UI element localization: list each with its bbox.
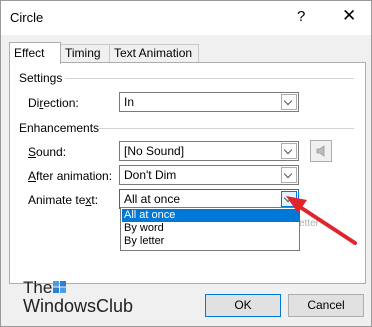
direction-label: Direction:: [28, 96, 79, 110]
windows-logo-icon: [53, 281, 66, 293]
watermark-logo: The WindowsClub: [23, 278, 134, 316]
sound-value: [No Sound]: [124, 144, 185, 158]
after-animation-select[interactable]: Don't Dim: [119, 165, 299, 185]
partially-hidden-text: etter: [299, 218, 320, 229]
tab-effect[interactable]: Effect: [9, 42, 61, 64]
chevron-down-icon[interactable]: [281, 143, 297, 159]
option-all-at-once[interactable]: All at once: [122, 209, 300, 222]
enhancements-heading: Enhancements: [19, 121, 100, 135]
direction-value: In: [124, 95, 135, 109]
chevron-down-icon[interactable]: [281, 94, 297, 110]
option-by-word[interactable]: By word: [122, 222, 300, 235]
after-animation-value: Don't Dim: [124, 168, 177, 182]
direction-select[interactable]: In: [119, 92, 299, 112]
animate-text-label: Animate text:: [28, 193, 99, 207]
close-icon[interactable]: ✕: [342, 6, 356, 26]
ok-button[interactable]: OK: [205, 294, 281, 317]
settings-divider: [65, 78, 354, 79]
after-animation-label: After animation:: [28, 169, 113, 183]
watermark-line1: The: [23, 278, 53, 297]
sound-label: Sound:: [28, 145, 67, 159]
dialog-title: Circle: [10, 10, 44, 25]
option-by-letter[interactable]: By letter: [122, 235, 300, 248]
title-bar: Circle ? ✕: [1, 1, 371, 35]
watermark-line2: WindowsClub: [23, 296, 134, 316]
chevron-down-icon[interactable]: [281, 191, 297, 207]
animation-dialog: Circle ? ✕ Effect Timing Text Animation …: [0, 0, 372, 327]
tab-timing[interactable]: Timing: [60, 44, 110, 63]
enhancements-divider: [99, 128, 354, 129]
sound-select[interactable]: [No Sound]: [119, 141, 299, 161]
animate-text-dropdown: All at once By word By letter: [120, 207, 300, 251]
chevron-down-icon[interactable]: [281, 167, 297, 183]
help-icon[interactable]: ?: [297, 8, 305, 25]
animate-text-value: All at once: [124, 192, 181, 206]
speaker-icon[interactable]: [310, 140, 332, 162]
animate-text-select[interactable]: All at once: [119, 189, 299, 209]
tab-text-animation[interactable]: Text Animation: [109, 44, 199, 63]
settings-heading: Settings: [19, 71, 63, 85]
cancel-button[interactable]: Cancel: [288, 294, 364, 317]
